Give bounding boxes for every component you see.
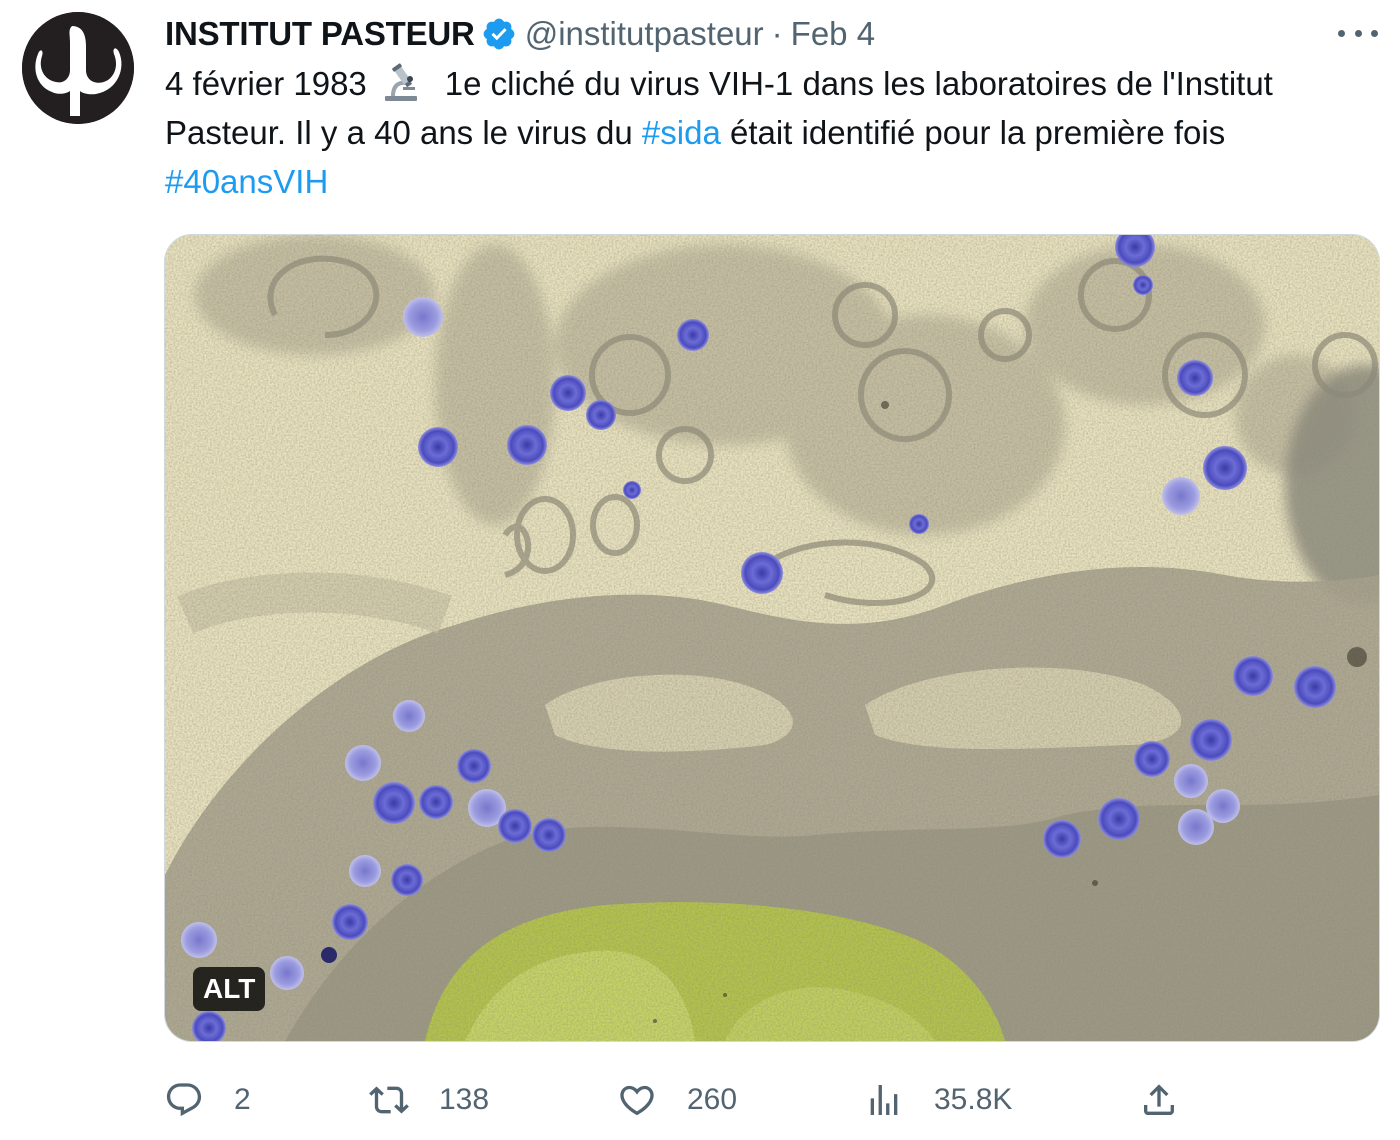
like-button[interactable]: 260 <box>617 1072 737 1128</box>
author-name[interactable]: INSTITUT PASTEUR <box>165 12 475 56</box>
tweet-photo[interactable]: ALT <box>164 234 1380 1042</box>
tweet[interactable]: INSTITUT PASTEUR @institutpasteur · Feb … <box>0 0 1400 1140</box>
share-button[interactable] <box>1139 1072 1179 1128</box>
views-button[interactable]: 35.8K <box>864 1072 1012 1128</box>
hashtag-sida-link[interactable]: #sida <box>642 114 721 151</box>
microscope-emoji-icon <box>384 63 417 101</box>
alt-text-badge[interactable]: ALT <box>193 967 266 1011</box>
tweet-text: 4 février 1983 1e cliché du virus VIH-1 … <box>165 59 1385 206</box>
tweet-text-body-end: était identifié pour la première fois <box>720 114 1226 151</box>
more-options-button[interactable] <box>1338 18 1378 48</box>
reply-count: 2 <box>234 1083 251 1116</box>
institut-pasteur-logo-icon <box>22 12 134 124</box>
share-icon <box>1144 1084 1174 1115</box>
author-avatar[interactable] <box>22 12 134 124</box>
more-dot <box>1371 29 1378 37</box>
hashtag-40ansvih-link[interactable]: #40ansVIH <box>165 163 328 200</box>
retweet-count: 138 <box>439 1083 490 1116</box>
reply-button[interactable]: 2 <box>164 1072 251 1128</box>
views-count: 35.8K <box>934 1083 1013 1116</box>
author-handle[interactable]: @institutpasteur <box>525 12 764 56</box>
tweet-date[interactable]: Feb 4 <box>791 12 875 56</box>
more-dot <box>1354 29 1362 37</box>
electron-micrograph-image <box>165 235 1379 1041</box>
more-dot <box>1338 29 1345 37</box>
retweet-button[interactable]: 138 <box>369 1072 489 1128</box>
views-chart-icon <box>870 1085 898 1115</box>
reply-icon <box>166 1083 202 1117</box>
verified-badge-icon <box>483 18 515 50</box>
tweet-text-date: 4 février 1983 <box>165 65 367 102</box>
like-count: 260 <box>687 1083 738 1116</box>
tweet-actions: 2 138 260 35.8K <box>164 1072 1224 1128</box>
retweet-icon <box>369 1086 409 1114</box>
heart-icon <box>620 1085 654 1116</box>
separator-dot: · <box>771 15 783 52</box>
tweet-header: INSTITUT PASTEUR @institutpasteur · Feb … <box>165 12 875 56</box>
